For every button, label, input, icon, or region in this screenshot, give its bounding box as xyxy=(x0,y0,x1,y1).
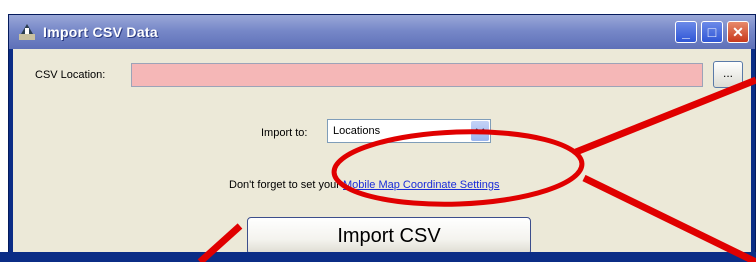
import-to-selected-value: Locations xyxy=(333,125,381,137)
coordinate-reminder: Don't forget to set your Mobile Map Coor… xyxy=(229,179,500,191)
minimize-button[interactable]: _ xyxy=(675,21,697,43)
coordinate-settings-link[interactable]: Mobile Map Coordinate Settings xyxy=(343,179,500,191)
title-bar[interactable]: Import CSV Data _ □ ✕ xyxy=(9,15,755,49)
window-title: Import CSV Data xyxy=(43,24,158,40)
window-bottom-edge xyxy=(0,252,756,262)
chevron-down-icon xyxy=(475,128,485,135)
maximize-button[interactable]: □ xyxy=(701,21,723,43)
dropdown-button[interactable] xyxy=(471,121,489,141)
import-to-select[interactable]: Locations xyxy=(327,119,491,143)
reminder-prefix: Don't forget to set your xyxy=(229,179,343,191)
screenshot-stage: Import CSV Data _ □ ✕ CSV Location: ... … xyxy=(0,0,756,262)
import-to-label: Import to: xyxy=(261,127,308,139)
csv-location-label: CSV Location: xyxy=(35,69,106,81)
csv-location-field[interactable] xyxy=(131,63,703,87)
import-csv-window: Import CSV Data _ □ ✕ CSV Location: ... … xyxy=(8,14,756,262)
import-app-icon xyxy=(19,24,35,40)
close-button[interactable]: ✕ xyxy=(727,21,749,43)
dialog-body: CSV Location: ... Import to: Locations D… xyxy=(13,49,751,262)
import-csv-button[interactable]: Import CSV xyxy=(247,217,531,255)
browse-button[interactable]: ... xyxy=(713,61,743,88)
